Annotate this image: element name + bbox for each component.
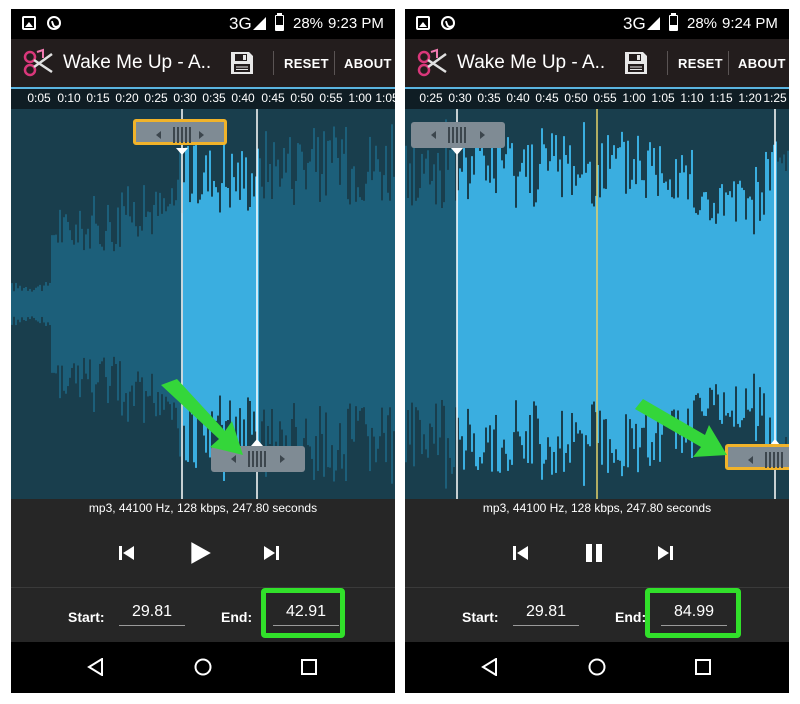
timeline-tick: 0:40 <box>506 91 530 105</box>
playback-controls <box>11 519 395 587</box>
app-logo-icon <box>417 48 447 77</box>
start-end-row: Start: 29.81 End: 84.99 <box>405 588 789 642</box>
about-button[interactable]: ABOUT <box>344 56 392 71</box>
clock: 9:23 PM <box>328 15 384 32</box>
save-icon[interactable] <box>229 50 255 76</box>
waveform-view[interactable] <box>11 109 395 499</box>
phone-screen-left: 3G 28% 9:23 PM Wake Me Up - A.. RESET AB… <box>11 9 395 693</box>
timeline: 0:05 0:10 0:15 0:20 0:25 0:30 0:35 0:40 … <box>11 89 395 109</box>
timeline-tick: 1:05 <box>651 91 675 105</box>
timeline-tick: 0:45 <box>535 91 559 105</box>
about-button[interactable]: ABOUT <box>738 56 786 71</box>
recents-nav-icon[interactable] <box>694 658 712 676</box>
annotation-arrow <box>161 379 243 455</box>
timeline-tick: 0:35 <box>202 91 226 105</box>
end-label: End: <box>221 609 253 625</box>
file-info: mp3, 44100 Hz, 128 kbps, 247.80 seconds <box>405 499 789 519</box>
timeline-tick: 0:55 <box>319 91 343 105</box>
home-nav-icon[interactable] <box>588 658 606 676</box>
signal-icon <box>253 17 266 30</box>
app-title: Wake Me Up - A.. <box>63 52 212 73</box>
file-info: mp3, 44100 Hz, 128 kbps, 247.80 seconds <box>11 499 395 519</box>
end-label: End: <box>615 609 647 625</box>
network-type: 3G <box>623 14 646 33</box>
app-title: Wake Me Up - A.. <box>457 52 606 73</box>
pause-icon[interactable] <box>582 541 606 565</box>
skip-forward-icon[interactable] <box>653 541 677 565</box>
appbar-divider <box>728 51 729 75</box>
clock: 9:24 PM <box>722 15 778 32</box>
timeline-tick: 1:25 <box>763 91 787 105</box>
navigation-bar <box>405 642 789 693</box>
appbar-divider <box>667 51 668 75</box>
app-bar: Wake Me Up - A.. RESET ABOUT <box>405 39 789 87</box>
timeline-tick: 0:45 <box>261 91 285 105</box>
timeline-tick: 0:50 <box>290 91 314 105</box>
timeline-tick: 1:05 <box>375 91 395 105</box>
signal-icon <box>647 17 660 30</box>
reset-button[interactable]: RESET <box>678 56 723 71</box>
call-icon <box>441 16 455 30</box>
start-label: Start: <box>68 609 105 625</box>
play-icon[interactable] <box>187 540 213 566</box>
battery-icon <box>669 13 678 31</box>
timeline-tick: 0:10 <box>57 91 81 105</box>
timeline-tick: 0:35 <box>477 91 501 105</box>
timeline-tick: 0:40 <box>231 91 255 105</box>
network-type: 3G <box>229 14 252 33</box>
battery-icon <box>275 13 284 31</box>
appbar-divider <box>273 51 274 75</box>
app-logo-icon <box>23 48 53 77</box>
timeline-tick: 1:00 <box>348 91 372 105</box>
waveform-view[interactable] <box>405 109 789 499</box>
timeline-tick: 0:30 <box>173 91 197 105</box>
back-nav-icon[interactable] <box>87 658 105 676</box>
timeline-tick: 0:25 <box>144 91 168 105</box>
start-end-row: Start: 29.81 End: 42.91 <box>11 588 395 642</box>
status-bar: 3G 28% 9:23 PM <box>11 9 395 39</box>
playback-controls <box>405 519 789 587</box>
timeline-tick: 0:25 <box>419 91 443 105</box>
image-icon <box>22 16 36 30</box>
skip-forward-icon[interactable] <box>259 541 283 565</box>
image-icon <box>416 16 430 30</box>
timeline-tick: 0:50 <box>564 91 588 105</box>
timeline-tick: 0:20 <box>115 91 139 105</box>
timeline-tick: 0:15 <box>86 91 110 105</box>
save-icon[interactable] <box>623 50 649 76</box>
timeline-tick: 0:05 <box>27 91 51 105</box>
app-bar: Wake Me Up - A.. RESET ABOUT <box>11 39 395 87</box>
start-field[interactable]: 29.81 <box>513 600 579 626</box>
annotation-arrow <box>635 399 727 457</box>
skip-back-icon[interactable] <box>509 541 533 565</box>
start-field[interactable]: 29.81 <box>119 600 185 626</box>
status-bar: 3G 28% 9:24 PM <box>405 9 789 39</box>
timeline-tick: 1:15 <box>709 91 733 105</box>
timeline: 0:25 0:30 0:35 0:40 0:45 0:50 0:55 1:00 … <box>405 89 789 109</box>
back-nav-icon[interactable] <box>481 658 499 676</box>
highlight-box <box>261 588 345 638</box>
timeline-tick: 1:00 <box>622 91 646 105</box>
battery-percent: 28% <box>687 15 718 32</box>
recents-nav-icon[interactable] <box>300 658 318 676</box>
skip-back-icon[interactable] <box>115 541 139 565</box>
reset-button[interactable]: RESET <box>284 56 329 71</box>
appbar-divider <box>334 51 335 75</box>
battery-percent: 28% <box>293 15 324 32</box>
home-nav-icon[interactable] <box>194 658 212 676</box>
start-label: Start: <box>462 609 499 625</box>
call-icon <box>47 16 61 30</box>
timeline-tick: 0:55 <box>593 91 617 105</box>
phone-screen-right: 3G 28% 9:24 PM Wake Me Up - A.. RESET AB… <box>405 9 789 693</box>
highlight-box <box>645 588 741 638</box>
timeline-tick: 1:10 <box>680 91 704 105</box>
navigation-bar <box>11 642 395 693</box>
timeline-tick: 1:20 <box>738 91 762 105</box>
timeline-tick: 0:30 <box>448 91 472 105</box>
